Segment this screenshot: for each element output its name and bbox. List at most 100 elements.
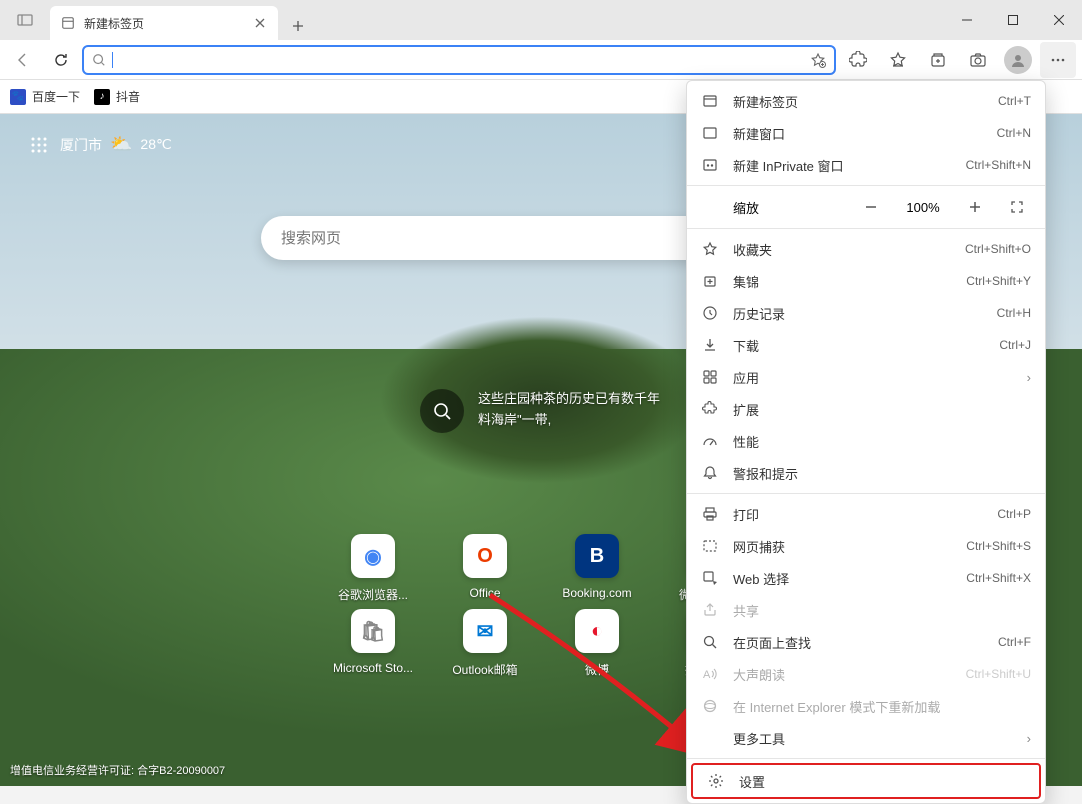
- collections-button[interactable]: [920, 42, 956, 78]
- quick-link-label: 微博: [585, 661, 609, 678]
- favorite-add-icon[interactable]: [810, 52, 826, 68]
- titlebar: 新建标签页: [0, 0, 1082, 40]
- menu-apps[interactable]: 应用›: [687, 361, 1045, 393]
- menu-read-aloud: A大声朗读Ctrl+Shift+U: [687, 658, 1045, 690]
- star-icon: [701, 240, 719, 258]
- menu-new-window[interactable]: 新建窗口Ctrl+N: [687, 117, 1045, 149]
- menu-downloads[interactable]: 下载Ctrl+J: [687, 329, 1045, 361]
- browser-tab[interactable]: 新建标签页: [50, 6, 278, 40]
- bookmark-item[interactable]: ♪ 抖音: [94, 88, 140, 105]
- weather-widget[interactable]: 厦门市 ⛅ 28℃: [60, 134, 172, 155]
- extensions-button[interactable]: [840, 42, 876, 78]
- menu-print[interactable]: 打印Ctrl+P: [687, 498, 1045, 530]
- quick-link-item[interactable]: BBooking.com: [544, 534, 650, 603]
- print-icon: [701, 505, 719, 523]
- share-icon: [701, 601, 719, 619]
- menu-ie-mode: 在 Internet Explorer 模式下重新加载: [687, 690, 1045, 722]
- quick-link-label: Microsoft Sto...: [333, 661, 413, 675]
- favorites-button[interactable]: [880, 42, 916, 78]
- refresh-button[interactable]: [44, 43, 78, 77]
- quick-link-item[interactable]: ◉ 谷歌浏览器...: [320, 534, 426, 603]
- menu-zoom-row: 缩放 100%: [687, 190, 1045, 224]
- menu-web-select[interactable]: Web 选择Ctrl+Shift+X: [687, 562, 1045, 594]
- profile-button[interactable]: [1000, 42, 1036, 78]
- quick-link-item[interactable]: ◐微博: [544, 609, 650, 678]
- address-bar[interactable]: [82, 45, 836, 75]
- address-input[interactable]: [113, 52, 804, 67]
- new-window-icon: [701, 124, 719, 142]
- info-icon: [420, 389, 464, 433]
- performance-icon: [701, 432, 719, 450]
- tab-close-button[interactable]: [252, 15, 268, 31]
- zoom-value: 100%: [899, 200, 947, 215]
- capture-icon: [701, 537, 719, 555]
- tab-title: 新建标签页: [84, 15, 144, 32]
- menu-settings[interactable]: 设置: [693, 765, 1039, 797]
- window-close-button[interactable]: [1036, 0, 1082, 40]
- footer-text: 增值电信业务经营许可证: 合字B2-20090007: [10, 762, 225, 778]
- web-select-icon: [701, 569, 719, 587]
- search-icon: [92, 53, 106, 67]
- menu-favorites[interactable]: 收藏夹Ctrl+Shift+O: [687, 233, 1045, 265]
- quick-link-item[interactable]: ✉ Outlook邮箱: [432, 609, 538, 678]
- fullscreen-button[interactable]: [1003, 193, 1031, 221]
- weather-temp: 28℃: [140, 136, 171, 153]
- quick-link-label: Booking.com: [562, 586, 631, 600]
- tab-actions-button[interactable]: [8, 3, 42, 37]
- apps-grid-icon[interactable]: [30, 136, 48, 154]
- bookmark-favicon-icon: 🐾: [10, 89, 26, 105]
- bookmark-item[interactable]: 🐾 百度一下: [10, 88, 80, 105]
- quick-link-item[interactable]: O Office: [432, 534, 538, 603]
- new-tab-button[interactable]: [284, 12, 312, 40]
- weather-icon: ⛅: [110, 134, 132, 155]
- quick-link-label: Outlook邮箱: [452, 661, 517, 678]
- inprivate-icon: [701, 156, 719, 174]
- menu-more-tools[interactable]: 更多工具›: [687, 722, 1045, 754]
- gear-icon: [707, 772, 725, 790]
- quick-link-label: Office: [469, 586, 500, 600]
- window-minimize-button[interactable]: [944, 0, 990, 40]
- zoom-out-button[interactable]: [857, 193, 885, 221]
- bookmark-favicon-icon: ♪: [94, 89, 110, 105]
- menu-find[interactable]: 在页面上查找Ctrl+F: [687, 626, 1045, 658]
- quick-link-icon: O: [463, 534, 507, 578]
- screenshot-button[interactable]: [960, 42, 996, 78]
- menu-extensions[interactable]: 扩展: [687, 393, 1045, 425]
- quick-link-icon: ✉: [463, 609, 507, 653]
- bookmark-label: 百度一下: [32, 88, 80, 105]
- chevron-right-icon: ›: [1027, 370, 1031, 385]
- history-icon: [701, 304, 719, 322]
- quick-link-label: 谷歌浏览器...: [338, 586, 408, 603]
- collections-icon: [701, 272, 719, 290]
- menu-share: 共享: [687, 594, 1045, 626]
- menu-collections[interactable]: 集锦Ctrl+Shift+Y: [687, 265, 1045, 297]
- new-tab-icon: [701, 92, 719, 110]
- quick-link-icon: 🛍: [351, 609, 395, 653]
- menu-performance[interactable]: 性能: [687, 425, 1045, 457]
- tab-favicon-icon: [60, 15, 76, 31]
- menu-alerts[interactable]: 警报和提示: [687, 457, 1045, 489]
- quick-link-icon: ◉: [351, 534, 395, 578]
- bookmark-label: 抖音: [116, 88, 140, 105]
- zoom-in-button[interactable]: [961, 193, 989, 221]
- info-line2: 料海岸"一带,: [478, 410, 660, 431]
- menu-new-inprivate[interactable]: 新建 InPrivate 窗口Ctrl+Shift+N: [687, 149, 1045, 181]
- more-menu: 新建标签页Ctrl+T 新建窗口Ctrl+N 新建 InPrivate 窗口Ct…: [686, 80, 1046, 804]
- toolbar: [0, 40, 1082, 80]
- bell-icon: [701, 464, 719, 482]
- read-aloud-icon: A: [701, 665, 719, 683]
- quick-link-item[interactable]: 🛍 Microsoft Sto...: [320, 609, 426, 678]
- extension-icon: [701, 400, 719, 418]
- window-maximize-button[interactable]: [990, 0, 1036, 40]
- menu-web-capture[interactable]: 网页捕获Ctrl+Shift+S: [687, 530, 1045, 562]
- ie-icon: [701, 697, 719, 715]
- image-info-bubble[interactable]: 这些庄园种茶的历史已有数千年 料海岸"一带,: [420, 389, 660, 433]
- find-icon: [701, 633, 719, 651]
- more-menu-button[interactable]: [1040, 42, 1076, 78]
- menu-new-tab[interactable]: 新建标签页Ctrl+T: [687, 85, 1045, 117]
- weather-city: 厦门市: [60, 135, 102, 155]
- download-icon: [701, 336, 719, 354]
- menu-history[interactable]: 历史记录Ctrl+H: [687, 297, 1045, 329]
- svg-text:A: A: [703, 669, 711, 681]
- back-button[interactable]: [6, 43, 40, 77]
